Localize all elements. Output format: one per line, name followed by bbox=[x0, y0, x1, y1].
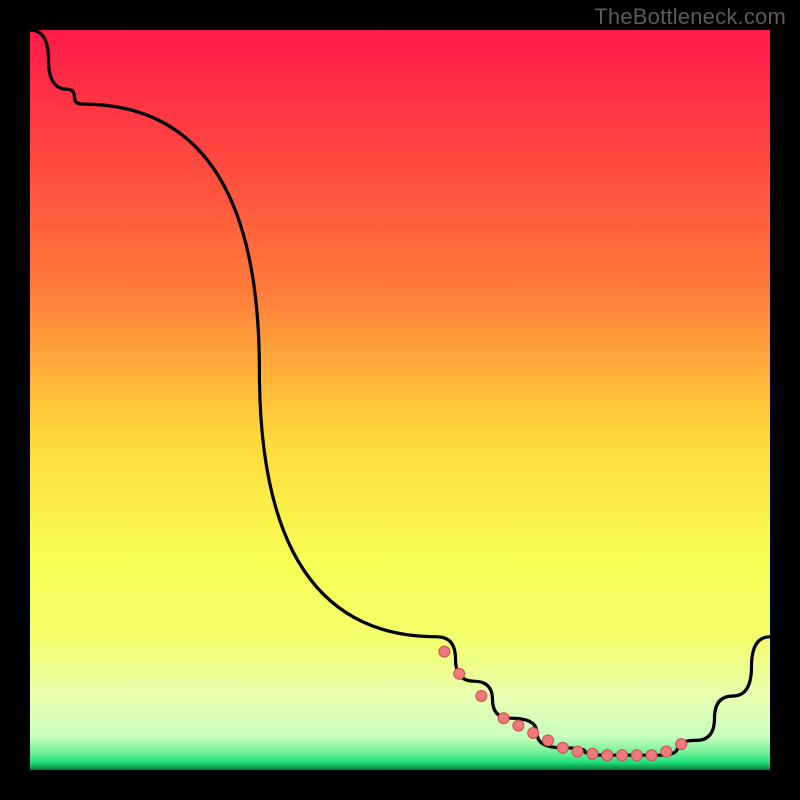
data-marker bbox=[439, 646, 450, 657]
plot-area bbox=[30, 30, 770, 770]
data-marker bbox=[646, 750, 657, 761]
gradient-bg bbox=[30, 30, 770, 770]
data-marker bbox=[572, 746, 583, 757]
data-marker bbox=[661, 746, 672, 757]
data-marker bbox=[587, 748, 598, 759]
data-marker bbox=[513, 720, 524, 731]
chart-svg bbox=[30, 30, 770, 770]
data-marker bbox=[528, 728, 539, 739]
data-marker bbox=[602, 750, 613, 761]
data-marker bbox=[476, 691, 487, 702]
data-marker bbox=[676, 739, 687, 750]
data-marker bbox=[498, 713, 509, 724]
watermark-label: TheBottleneck.com bbox=[594, 4, 786, 30]
chart-stage: TheBottleneck.com bbox=[0, 0, 800, 800]
data-marker bbox=[631, 750, 642, 761]
data-marker bbox=[557, 742, 568, 753]
data-marker bbox=[454, 668, 465, 679]
data-marker bbox=[617, 750, 628, 761]
data-marker bbox=[543, 735, 554, 746]
